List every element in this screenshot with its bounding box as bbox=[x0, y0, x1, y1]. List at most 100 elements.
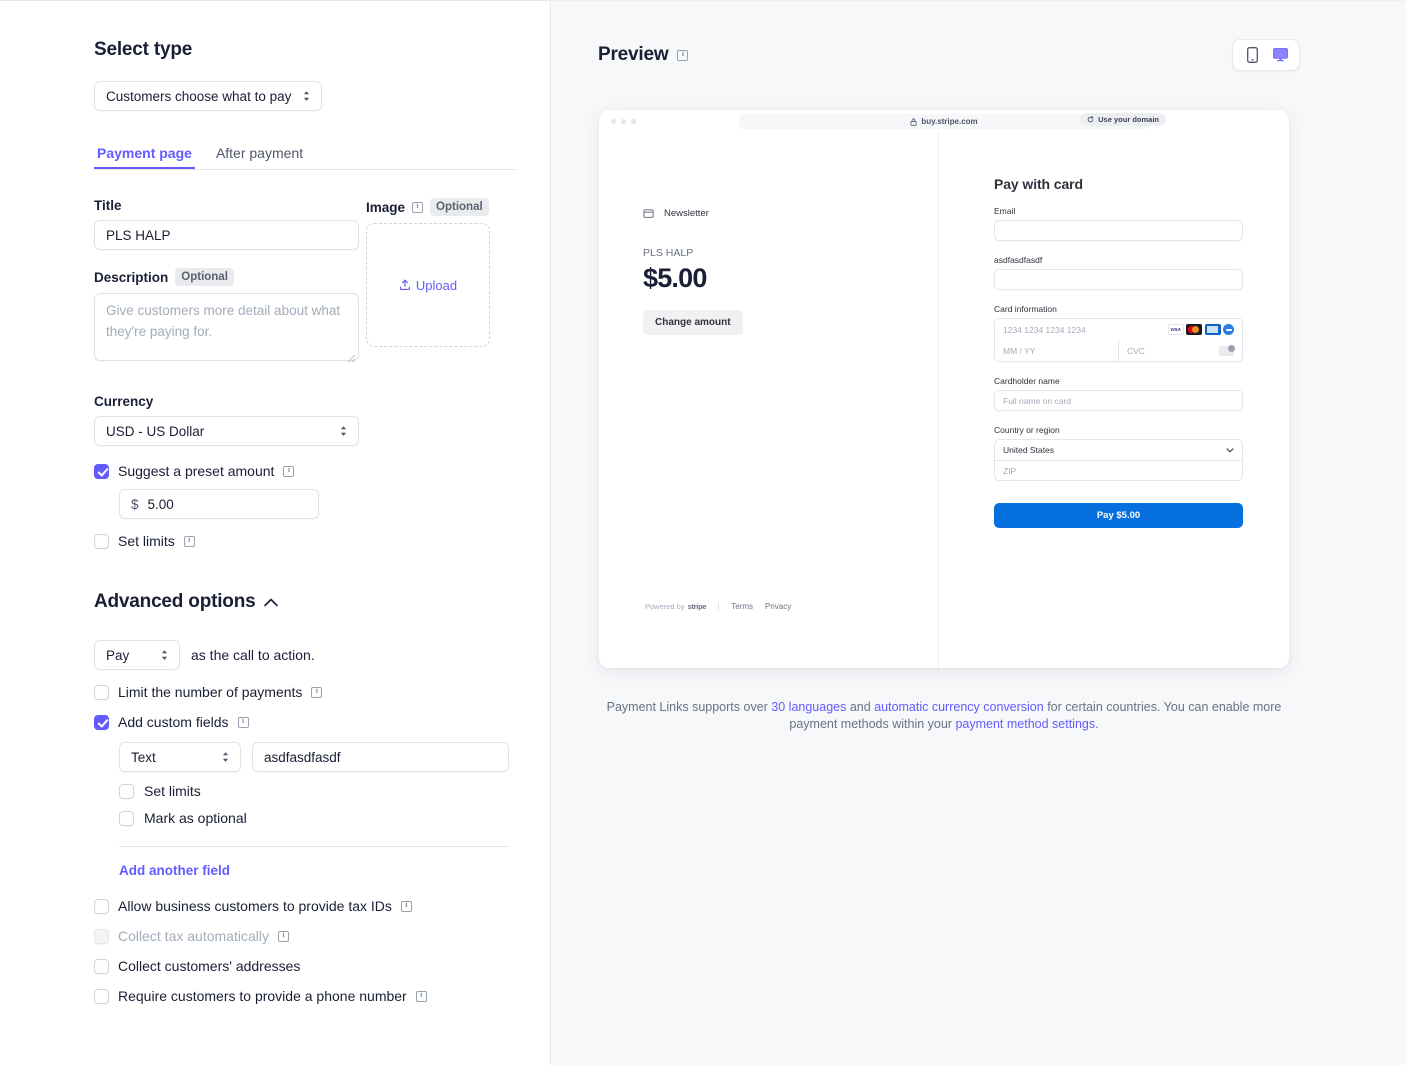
limit-payments-checkbox[interactable] bbox=[94, 685, 109, 700]
custom-field-preview-label: asdfasdfasdf bbox=[994, 255, 1243, 265]
card-expiry-cvc-row: MM / YY CVC bbox=[995, 340, 1242, 361]
type-select[interactable]: Customers choose what to pay bbox=[94, 81, 322, 111]
email-label: Email bbox=[994, 206, 1243, 216]
limit-payments-info-icon[interactable] bbox=[311, 687, 322, 698]
card-information-group: 1234 1234 1234 1234 VISA bbox=[994, 318, 1243, 362]
title-input[interactable] bbox=[94, 220, 359, 250]
cta-select-value: Pay bbox=[106, 648, 129, 663]
limit-payments-row: Limit the number of payments bbox=[94, 684, 550, 700]
zip-input[interactable]: ZIP bbox=[994, 460, 1243, 481]
mobile-icon bbox=[1247, 47, 1258, 63]
checkout-summary: Newsletter PLS HALP $5.00 Change amount … bbox=[599, 132, 939, 668]
preview-footnote: Payment Links supports over 30 languages… bbox=[599, 699, 1289, 732]
cta-row: Pay as the call to action. bbox=[94, 640, 550, 670]
add-custom-fields-info-icon[interactable] bbox=[238, 717, 249, 728]
window-dot bbox=[631, 119, 636, 124]
zip-placeholder: ZIP bbox=[1003, 466, 1016, 476]
suggest-preset-checkbox[interactable] bbox=[94, 464, 109, 479]
currency-label: Currency bbox=[94, 394, 550, 409]
visa-icon: VISA bbox=[1168, 324, 1184, 335]
preview-info-icon[interactable] bbox=[677, 50, 688, 61]
editor-tabs: Payment page After payment bbox=[94, 145, 516, 170]
set-limits-info-icon[interactable] bbox=[184, 536, 195, 547]
chevron-down-icon bbox=[1226, 448, 1234, 453]
terms-link[interactable]: Terms bbox=[731, 602, 753, 611]
suggest-preset-info-icon[interactable] bbox=[283, 466, 294, 477]
title-image-row: Title Description Optional Image bbox=[94, 198, 550, 366]
browser-url-text: buy.stripe.com bbox=[921, 117, 977, 126]
card-expiry-input[interactable]: MM / YY bbox=[995, 340, 1119, 361]
custom-field-label-input[interactable] bbox=[252, 742, 509, 772]
collect-tax-info-icon[interactable] bbox=[278, 931, 289, 942]
addresses-row: Collect customers' addresses bbox=[94, 958, 550, 974]
upload-label: Upload bbox=[416, 278, 457, 293]
custom-field-preview-input[interactable] bbox=[994, 269, 1243, 290]
desktop-icon bbox=[1273, 48, 1288, 62]
tab-after-payment[interactable]: After payment bbox=[213, 145, 306, 169]
custom-field-row: Text bbox=[119, 742, 550, 772]
suggest-preset-label: Suggest a preset amount bbox=[118, 463, 274, 479]
tax-ids-checkbox[interactable] bbox=[94, 899, 109, 914]
merchant-row: Newsletter bbox=[643, 208, 938, 219]
add-custom-fields-checkbox[interactable] bbox=[94, 715, 109, 730]
currency-conversion-link[interactable]: automatic currency conversion bbox=[874, 700, 1044, 714]
cf-set-limits-checkbox[interactable] bbox=[119, 784, 134, 799]
preset-amount-field[interactable]: $ bbox=[119, 489, 319, 519]
card-number-input[interactable]: 1234 1234 1234 1234 VISA bbox=[995, 319, 1242, 340]
stripe-wordmark: stripe bbox=[688, 602, 707, 611]
collect-tax-checkbox bbox=[94, 929, 109, 944]
footer-divider bbox=[718, 602, 719, 611]
cf-mark-optional-row: Mark as optional bbox=[119, 810, 550, 826]
pay-button[interactable]: Pay $5.00 bbox=[994, 503, 1243, 528]
browser-chrome: buy.stripe.com Use your domain bbox=[599, 110, 1289, 132]
languages-link[interactable]: 30 languages bbox=[771, 700, 846, 714]
device-toggle bbox=[1232, 39, 1300, 71]
cf-mark-optional-checkbox[interactable] bbox=[119, 811, 134, 826]
powered-by-text: Powered by bbox=[645, 602, 685, 611]
checkout-page: Newsletter PLS HALP $5.00 Change amount … bbox=[599, 132, 1289, 668]
tab-payment-page[interactable]: Payment page bbox=[94, 145, 195, 169]
product-price: $5.00 bbox=[643, 263, 938, 294]
addresses-checkbox[interactable] bbox=[94, 959, 109, 974]
add-custom-fields-label: Add custom fields bbox=[118, 714, 229, 730]
country-select[interactable]: United States bbox=[994, 439, 1243, 460]
add-custom-fields-row: Add custom fields bbox=[94, 714, 550, 730]
custom-field-type-select[interactable]: Text bbox=[119, 742, 241, 772]
email-input[interactable] bbox=[994, 220, 1243, 241]
image-optional-badge: Optional bbox=[430, 198, 489, 216]
chevron-updown-icon bbox=[220, 750, 231, 764]
cardholder-name-input[interactable]: Full name on card bbox=[994, 390, 1243, 411]
description-optional-badge: Optional bbox=[175, 268, 234, 286]
checkout-form: Pay with card Email asdfasdfasdf Card in… bbox=[939, 132, 1289, 668]
image-upload-dropzone[interactable]: Upload bbox=[366, 223, 490, 347]
image-info-icon[interactable] bbox=[412, 202, 423, 213]
privacy-link[interactable]: Privacy bbox=[765, 602, 791, 611]
phone-info-icon[interactable] bbox=[416, 991, 427, 1002]
custom-field-divider bbox=[119, 846, 510, 847]
cf-set-limits-label: Set limits bbox=[144, 783, 201, 799]
device-mobile-button[interactable] bbox=[1239, 44, 1265, 66]
custom-field-type-value: Text bbox=[131, 750, 156, 765]
phone-checkbox[interactable] bbox=[94, 989, 109, 1004]
advanced-options-toggle[interactable]: Advanced options bbox=[94, 591, 550, 613]
preview-header: Preview bbox=[551, 39, 1406, 71]
add-another-field-link[interactable]: Add another field bbox=[119, 863, 230, 878]
preset-amount-input[interactable] bbox=[148, 497, 307, 512]
merchant-name: Newsletter bbox=[664, 208, 709, 219]
checkout-footer: Powered by stripe Terms Privacy bbox=[645, 602, 791, 611]
upload-inner: Upload bbox=[399, 278, 457, 293]
currency-select[interactable]: USD - US Dollar bbox=[94, 416, 359, 446]
card-cvc-input[interactable]: CVC bbox=[1119, 340, 1242, 361]
description-textarea[interactable] bbox=[94, 293, 359, 361]
window-dot bbox=[621, 119, 626, 124]
country-label: Country or region bbox=[994, 425, 1243, 435]
change-amount-button[interactable]: Change amount bbox=[643, 310, 743, 335]
tax-ids-info-icon[interactable] bbox=[401, 901, 412, 912]
use-your-domain-chip[interactable]: Use your domain bbox=[1080, 113, 1166, 126]
cta-select[interactable]: Pay bbox=[94, 640, 180, 670]
powered-by: Powered by stripe bbox=[645, 602, 706, 611]
payment-method-settings-link[interactable]: payment method settings bbox=[955, 717, 1095, 731]
device-desktop-button[interactable] bbox=[1267, 44, 1293, 66]
image-label: Image Optional bbox=[366, 198, 490, 216]
set-limits-checkbox[interactable] bbox=[94, 534, 109, 549]
